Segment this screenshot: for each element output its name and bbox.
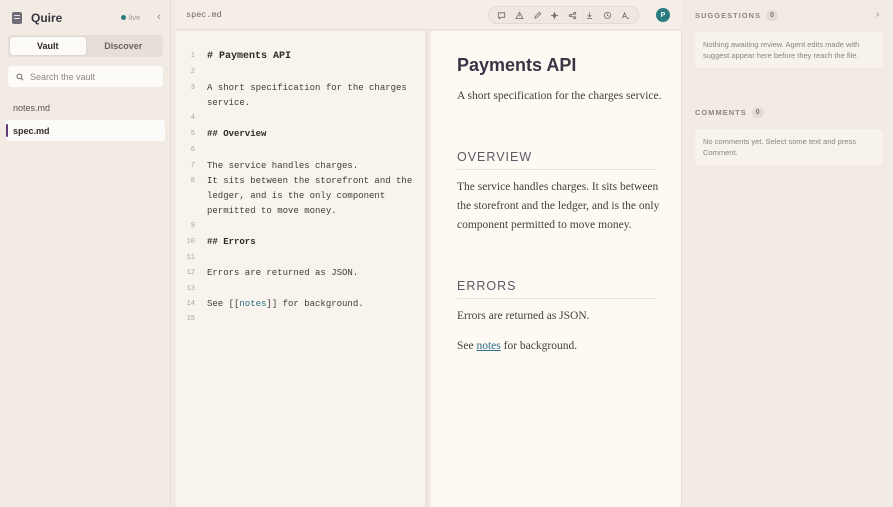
live-label: live [129, 13, 141, 22]
font-size-icon[interactable] [620, 10, 630, 20]
user-avatar[interactable]: P [656, 8, 670, 22]
live-status: live [121, 13, 140, 22]
app-title: Quire [31, 11, 63, 25]
history-icon[interactable] [603, 10, 613, 20]
rendered-preview: Payments API A short specification for t… [431, 31, 682, 507]
editor-topbar: spec.md P [176, 0, 682, 30]
notebook-icon [12, 12, 22, 24]
preview-section-errors: ERRORS [457, 279, 656, 299]
tab-discover[interactable]: Discover [86, 37, 162, 55]
preview-intro: A short specification for the charges se… [457, 90, 662, 102]
preview-link-notes[interactable]: notes [476, 340, 500, 352]
sidebar: Quire live ‹ Vault Discover notes.md spe… [0, 0, 171, 507]
search-box [8, 66, 163, 87]
suggestions-empty-card: Nothing awaiting review. Agent edits mad… [695, 32, 883, 68]
collapse-panel-icon[interactable]: › [876, 9, 884, 21]
pencil-icon[interactable] [532, 10, 542, 20]
brand: Quire [12, 11, 62, 25]
comment-icon[interactable] [497, 10, 507, 20]
preview-errors-text: Errors are returned as JSON. [457, 310, 590, 322]
suggestions-count-badge: 0 [766, 10, 779, 21]
search-icon [16, 72, 24, 81]
preview-section-overview: OVERVIEW [457, 150, 656, 170]
markdown-editor[interactable]: 1 # Payments API 2 3A short specification… [176, 31, 428, 507]
sidebar-tabs: Vault Discover [8, 35, 163, 57]
wiki-link-notes[interactable]: notes [239, 299, 266, 309]
file-item-spec[interactable]: spec.md [6, 120, 165, 141]
collapse-sidebar-icon[interactable]: ‹ [154, 11, 164, 23]
preview-see-also: See notes for background. [457, 340, 578, 352]
tab-vault[interactable]: Vault [10, 37, 86, 55]
toolbar [488, 6, 639, 24]
current-filename: spec.md [186, 10, 222, 20]
preview-overview-text: The service handles charges. It sits bet… [457, 181, 660, 231]
comments-empty-card: No comments yet. Select some text and pr… [695, 129, 883, 165]
live-dot-icon [121, 15, 126, 20]
search-input[interactable] [30, 71, 150, 82]
preview-heading: Payments API [457, 55, 577, 75]
comments-header: COMMENTS 0 [695, 107, 764, 118]
comments-count-badge: 0 [751, 107, 764, 118]
review-panel: SUGGESTIONS 0 › Nothing awaiting review.… [684, 0, 893, 507]
alert-icon[interactable] [514, 10, 524, 20]
file-item-notes[interactable]: notes.md [6, 97, 165, 118]
sparkle-icon[interactable] [550, 10, 560, 20]
suggestions-header: SUGGESTIONS 0 [695, 10, 779, 21]
share-icon[interactable] [567, 10, 577, 20]
download-icon[interactable] [585, 10, 595, 20]
